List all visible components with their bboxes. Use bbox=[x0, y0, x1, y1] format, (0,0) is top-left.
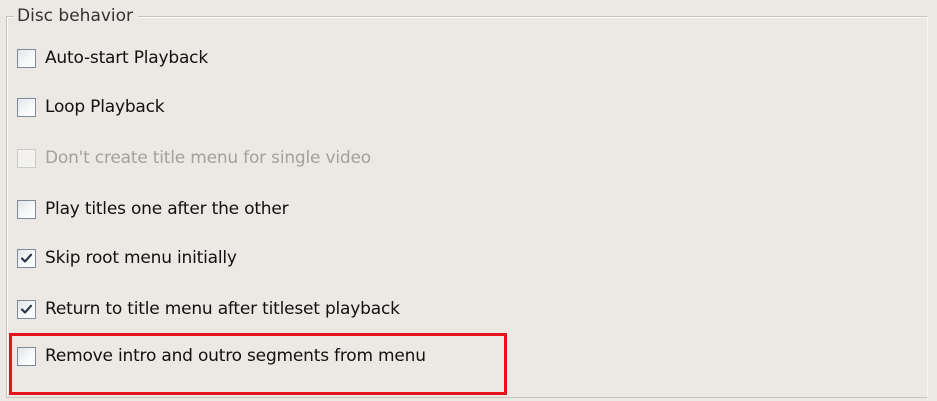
checkbox-label: Skip root menu initially bbox=[45, 248, 237, 268]
checkbox-label: Play titles one after the other bbox=[45, 199, 289, 219]
highlight-box bbox=[9, 333, 507, 395]
checkbox-no-title-menu-single-video: Don't create title menu for single video bbox=[17, 145, 371, 171]
checkbox-auto-start-playback[interactable]: Auto-start Playback bbox=[17, 45, 208, 71]
checkbox-box[interactable] bbox=[17, 248, 36, 268]
check-mark-icon bbox=[20, 304, 33, 314]
checkbox-box[interactable] bbox=[17, 48, 36, 68]
checkbox-label: Return to title menu after titleset play… bbox=[45, 299, 400, 319]
checkbox-box[interactable] bbox=[17, 199, 36, 219]
checkbox-loop-playback[interactable]: Loop Playback bbox=[17, 94, 165, 120]
checkbox-label: Loop Playback bbox=[45, 97, 165, 117]
checkbox-box[interactable] bbox=[17, 97, 36, 117]
checkbox-skip-root-menu[interactable]: Skip root menu initially bbox=[17, 245, 237, 271]
checkbox-box[interactable] bbox=[17, 299, 36, 319]
checkbox-box bbox=[17, 148, 36, 168]
checkbox-label: Auto-start Playback bbox=[45, 48, 208, 68]
checkbox-label: Don't create title menu for single video bbox=[45, 148, 371, 168]
checkbox-play-titles-sequential[interactable]: Play titles one after the other bbox=[17, 196, 289, 222]
check-mark-icon bbox=[20, 253, 33, 263]
checkbox-return-to-title-menu[interactable]: Return to title menu after titleset play… bbox=[17, 296, 400, 322]
group-legend: Disc behavior bbox=[14, 5, 139, 27]
